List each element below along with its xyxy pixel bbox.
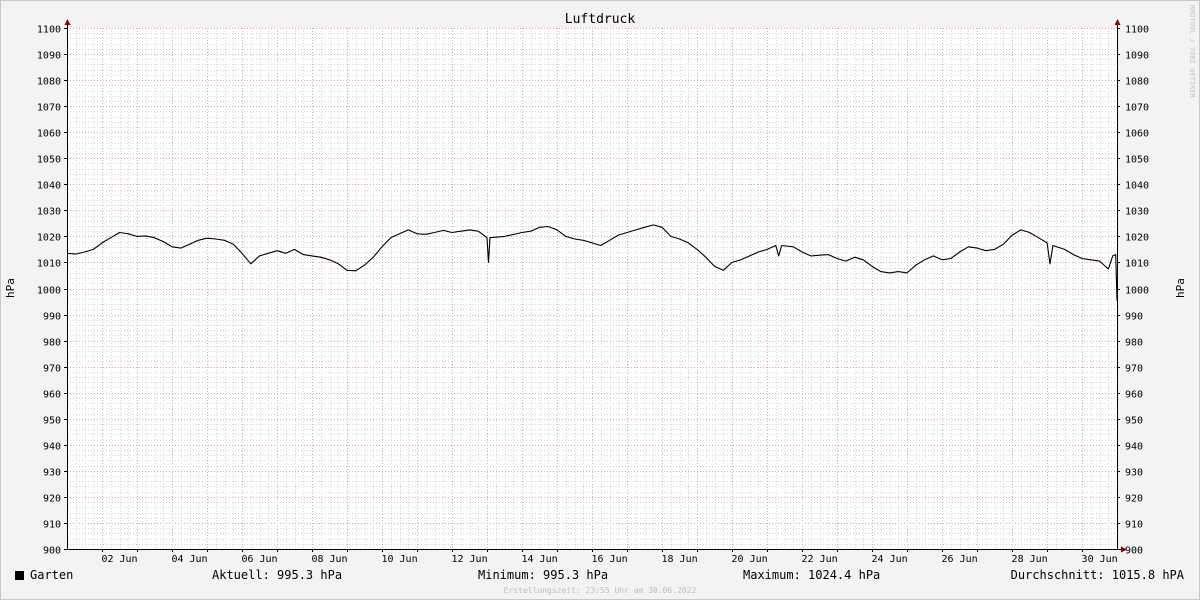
y-tick-label-right: 940 — [1125, 442, 1143, 453]
watermark: RRDTOOL / TOBI OETIKER — [1188, 5, 1196, 99]
x-tick-label: 18 Jun — [662, 554, 698, 565]
y-tick-label-left: 1040 — [37, 181, 61, 192]
y-tick-label-right: 970 — [1125, 364, 1143, 375]
y-axis-arrow-left — [64, 19, 71, 25]
y-tick-label-right: 1010 — [1125, 259, 1149, 270]
x-tick-label: 20 Jun — [732, 554, 768, 565]
y-tick-label-right: 1030 — [1125, 207, 1149, 218]
legend-minimum: Minimum: 995.3 hPa — [478, 568, 609, 582]
y-tick-label-left: 1080 — [37, 77, 61, 88]
y-tick-label-left: 1060 — [37, 129, 61, 140]
x-tick-label: 16 Jun — [592, 554, 628, 565]
y-axis-label-left: hPa — [4, 278, 17, 298]
y-tick-label-left: 1070 — [37, 103, 61, 114]
x-tick-label: 12 Jun — [451, 554, 487, 565]
x-tick-label: 30 Jun — [1082, 554, 1118, 565]
y-tick-label-right: 950 — [1125, 416, 1143, 427]
y-tick-label-left: 950 — [43, 416, 61, 427]
grid — [67, 28, 1117, 549]
y-tick-label-left: 930 — [43, 468, 61, 479]
y-tick-label-left: 940 — [43, 442, 61, 453]
x-tick-label: 10 Jun — [381, 554, 417, 565]
x-tick-label: 28 Jun — [1012, 554, 1048, 565]
y-tick-label-left: 1030 — [37, 207, 61, 218]
y-axis-arrow-right — [1114, 19, 1121, 25]
x-tick-label: 06 Jun — [241, 554, 277, 565]
y-tick-label-left: 900 — [43, 546, 61, 557]
y-tick-label-left: 990 — [43, 312, 61, 323]
y-tick-label-right: 900 — [1125, 546, 1143, 557]
y-tick-label-right: 960 — [1125, 390, 1143, 401]
y-tick-label-left: 970 — [43, 364, 61, 375]
legend-swatch — [15, 571, 24, 580]
x-tick-label: 02 Jun — [101, 554, 137, 565]
y-tick-label-right: 1090 — [1125, 51, 1149, 62]
y-tick-label-left: 960 — [43, 390, 61, 401]
y-tick-label-left: 910 — [43, 520, 61, 531]
y-tick-label-right: 1080 — [1125, 77, 1149, 88]
x-tick-label: 04 Jun — [171, 554, 207, 565]
y-tick-label-right: 1060 — [1125, 129, 1149, 140]
y-tick-label-left: 1050 — [37, 155, 61, 166]
y-tick-label-left: 1090 — [37, 51, 61, 62]
chart-title: Luftdruck — [565, 12, 636, 27]
y-tick-label-right: 910 — [1125, 520, 1143, 531]
luftdruck-chart: Luftdruck hPa hPa 900 900 910 910 920 920 930 9… — [4, 5, 1196, 565]
legend-maximum: Maximum: 1024.4 hPa — [743, 568, 881, 582]
y-tick-label-right: 1100 — [1125, 25, 1149, 36]
y-tick-label-left: 1020 — [37, 233, 61, 244]
y-tick-label-right: 1020 — [1125, 233, 1149, 244]
y-tick-label-left: 1000 — [37, 286, 61, 297]
y-tick-label-right: 1050 — [1125, 155, 1149, 166]
creation-time-footer: Erstellungszeit: 23:55 Uhr am 30.06.2022 — [503, 586, 697, 595]
x-tick-label: 14 Jun — [521, 554, 557, 565]
x-tick-label: 22 Jun — [802, 554, 838, 565]
y-tick-label-left: 1010 — [37, 259, 61, 270]
x-ticks: 02 Jun 04 Jun 06 Jun 08 Jun 10 Jun 12 Jun 14 J… — [101, 549, 1118, 565]
y-tick-label-left: 1100 — [37, 25, 61, 36]
y-tick-label-right: 1070 — [1125, 103, 1149, 114]
x-tick-label: 26 Jun — [942, 554, 978, 565]
legend-current: Aktuell: 995.3 hPa — [212, 568, 343, 582]
y-tick-label-right: 930 — [1125, 468, 1143, 479]
y-tick-label-right: 1000 — [1125, 286, 1149, 297]
y-tick-label-left: 980 — [43, 338, 61, 349]
x-tick-label: 08 Jun — [311, 554, 347, 565]
y-tick-label-right: 1040 — [1125, 181, 1149, 192]
y-axis-label-right: hPa — [1174, 278, 1187, 298]
legend-series: Garten — [15, 568, 73, 582]
y-tick-label-right: 920 — [1125, 494, 1143, 505]
x-tick-label: 24 Jun — [872, 554, 908, 565]
legend-series-name: Garten — [30, 568, 74, 582]
y-tick-label-right: 990 — [1125, 312, 1143, 323]
y-tick-label-left: 920 — [43, 494, 61, 505]
legend-average: Durchschnitt: 1015.8 hPA — [1010, 568, 1184, 582]
y-tick-label-right: 980 — [1125, 338, 1143, 349]
